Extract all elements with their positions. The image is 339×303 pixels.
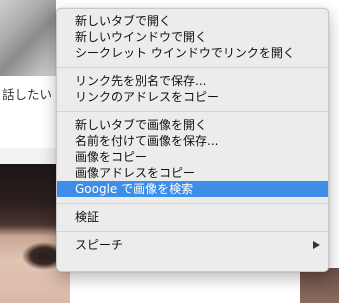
menu-separator — [57, 231, 328, 232]
menu-separator — [57, 203, 328, 204]
menu-item-save-link-as[interactable]: リンク先を別名で保存... — [57, 73, 328, 89]
menu-item-open-in-new-window[interactable]: 新しいウインドウで開く — [57, 29, 328, 45]
background-photo — [0, 0, 56, 76]
submenu-arrow-icon — [313, 241, 320, 249]
menu-item-copy-image[interactable]: 画像をコピー — [57, 149, 328, 165]
screen: 話したい 新しいタブで開く 新しいウインドウで開く シークレット ウインドウでリ… — [0, 0, 339, 303]
menu-item-copy-image-address[interactable]: 画像アドレスをコピー — [57, 165, 328, 181]
menu-item-copy-link-address[interactable]: リンクのアドレスをコピー — [57, 89, 328, 105]
menu-item-open-image-in-new-tab[interactable]: 新しいタブで画像を開く — [57, 117, 328, 133]
context-menu: 新しいタブで開く 新しいウインドウで開く シークレット ウインドウでリンクを開く… — [56, 8, 329, 272]
menu-item-open-in-new-tab[interactable]: 新しいタブで開く — [57, 13, 328, 29]
menu-separator — [57, 67, 328, 68]
menu-item-speech-label: スピーチ — [75, 238, 124, 252]
menu-item-inspect[interactable]: 検証 — [57, 209, 328, 225]
menu-separator — [57, 111, 328, 112]
menu-item-search-image-google[interactable]: Google で画像を検索 — [57, 181, 328, 197]
background-text: 話したい — [2, 87, 53, 102]
menu-item-speech[interactable]: スピーチ — [57, 237, 328, 253]
menu-item-save-image-as[interactable]: 名前を付けて画像を保存... — [57, 133, 328, 149]
background-photo-edge — [300, 268, 339, 303]
background-divider — [0, 148, 56, 164]
menu-item-open-link-incognito[interactable]: シークレット ウインドウでリンクを開く — [57, 45, 328, 61]
